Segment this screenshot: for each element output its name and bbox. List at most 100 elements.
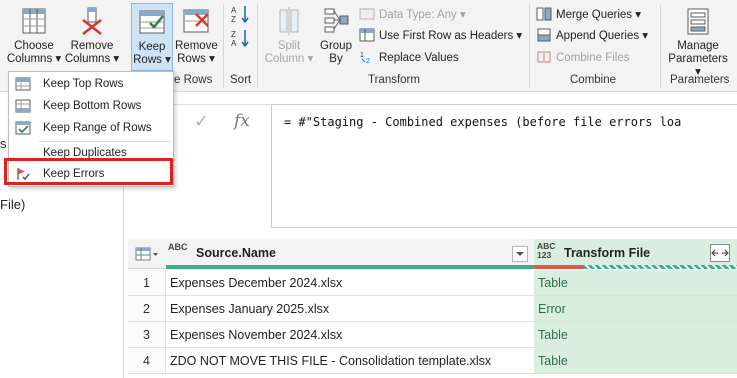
sort-group-label: Sort [230,74,252,86]
reduce-rows-group-label: e Rows [174,74,213,86]
menu-item-label: Keep Range of Rows [43,122,152,134]
row-number[interactable]: 3 [128,322,166,348]
menu-item-keep-top-rows[interactable]: Keep Top Rows [9,73,173,95]
row-number[interactable]: 1 [128,270,166,296]
combine-files-button[interactable]: Combine Files [536,49,630,67]
any-type-icon[interactable]: ABC 123 [537,242,559,260]
source-name-cell[interactable]: Expenses December 2024.xlsx [166,270,534,296]
remove-columns-button[interactable]: Remove Columns ▾ [64,0,120,72]
menu-item-label: Keep Bottom Rows [43,100,142,112]
svg-text:A: A [231,39,237,48]
use-first-row-headers-label: Use First Row as Headers ▾ [379,30,523,42]
transform-group-label: Transform [368,74,420,86]
formula-text: = #"Staging - Combined expenses (before … [284,115,682,129]
confirm-formula-icon[interactable]: ✓ [194,111,209,132]
keep-rows-label-2: Rows ▾ [133,54,171,66]
sort-descending-icon: Z A [231,30,249,48]
group-separator [529,4,530,88]
transform-file-cell[interactable]: Table [534,322,737,348]
column-name: Source.Name [196,246,276,260]
remove-rows-icon [183,9,209,33]
expand-column-button[interactable] [710,244,730,262]
svg-text:Z: Z [231,15,236,24]
remove-rows-button[interactable]: Remove Rows ▾ [175,0,218,72]
filter-dropdown-icon[interactable] [512,246,528,262]
query-name-fragment[interactable]: s [0,136,7,151]
transform-file-cell[interactable]: Table [534,348,737,374]
split-column-label-2: Column ▾ [264,53,314,65]
split-column-button[interactable]: Split Column ▾ [264,0,314,72]
split-column-label-1: Split [277,40,301,52]
group-separator [223,4,224,88]
column-header-source-name[interactable]: ABC Source.Name [166,239,534,269]
split-column-icon [279,7,299,35]
menu-item-label: Keep Top Rows [43,78,124,90]
source-name-cell[interactable]: Expenses January 2025.xlsx [166,296,534,322]
remove-columns-icon [82,7,102,35]
sort-ascending-icon: A Z [231,6,249,24]
query-name-fragment[interactable]: File) [0,197,25,212]
use-first-row-headers-button[interactable]: Use First Row as Headers ▾ [359,27,522,45]
manage-parameters-button[interactable]: Manage Parameters ▾ [664,0,732,78]
column-quality-bar [166,265,534,269]
source-name-cell[interactable]: ZDO NOT MOVE THIS FILE - Consolidation t… [166,348,534,374]
remove-rows-label-1: Remove [175,40,218,52]
merge-queries-button[interactable]: Merge Queries ▾ [536,6,641,24]
svg-text:Z: Z [231,30,236,39]
transform-file-cell[interactable]: Table [534,270,737,296]
table-icon [135,247,158,261]
keep-rows-button[interactable]: Keep Rows ▾ [131,3,173,71]
replace-values-icon: 12 [360,52,370,64]
combine-files-icon [537,51,551,63]
source-name-cell[interactable]: Expenses November 2024.xlsx [166,322,534,348]
keep-rows-label-1: Keep [138,41,166,53]
group-by-icon [324,8,349,33]
keep-rows-icon [139,10,165,34]
row-number[interactable]: 2 [128,296,166,322]
remove-columns-label-1: Remove [70,40,114,52]
chevron-down-icon [516,252,524,256]
keep-range-icon [15,121,31,135]
group-by-label-2: By [329,53,343,65]
append-queries-label: Append Queries ▾ [556,30,649,42]
manage-parameters-label-1: Manage [677,40,719,52]
column-quality-bar [584,265,737,269]
group-separator [660,4,661,88]
group-by-label-1: Group [320,40,352,52]
data-grid: ABC Source.Name ABC 123 Transform File 1… [128,239,737,378]
sort-descending-button[interactable]: Z A [229,28,251,50]
append-queries-icon [537,28,551,42]
sort-ascending-button[interactable]: A Z [229,4,251,26]
fx-icon[interactable]: fx [234,111,250,131]
use-first-row-headers-icon [359,28,375,42]
parameters-group-label: Parameters [670,74,730,86]
group-separator [257,4,258,88]
replace-values-button[interactable]: 1 2 Replace Values [359,49,459,67]
text-type-icon[interactable]: ABC [168,243,188,252]
data-type-label: Data Type: Any ▾ [379,9,466,21]
svg-text:2: 2 [366,58,370,64]
column-header-transform-file[interactable]: ABC 123 Transform File [534,239,737,269]
choose-columns-icon [22,8,46,34]
column-error-bar [534,265,584,269]
remove-columns-label-2: Columns ▾ [64,53,120,65]
replace-values-label: Replace Values [379,52,459,64]
keep-errors-highlight-box [4,158,173,185]
group-by-button[interactable]: Group By [316,0,356,72]
choose-columns-label-1: Choose [14,40,54,52]
data-type-dropdown[interactable]: Data Type: Any ▾ [359,6,466,24]
append-queries-button[interactable]: Append Queries ▾ [536,27,648,45]
table-menu-button[interactable] [128,239,166,269]
keep-top-rows-icon [15,77,31,91]
menu-item-keep-bottom-rows[interactable]: Keep Bottom Rows [9,95,173,117]
merge-queries-icon [536,7,552,21]
data-type-icon [359,8,375,20]
choose-columns-button[interactable]: Choose Columns ▾ [6,0,62,72]
menu-item-keep-range-of-rows[interactable]: Keep Range of Rows [9,117,173,139]
column-name: Transform File [564,246,651,260]
svg-text:1: 1 [360,52,364,59]
svg-text:A: A [231,6,237,15]
transform-file-cell-error[interactable]: Error [534,296,737,322]
row-number[interactable]: 4 [128,348,166,374]
formula-input[interactable]: = #"Staging - Combined expenses (before … [271,104,737,228]
